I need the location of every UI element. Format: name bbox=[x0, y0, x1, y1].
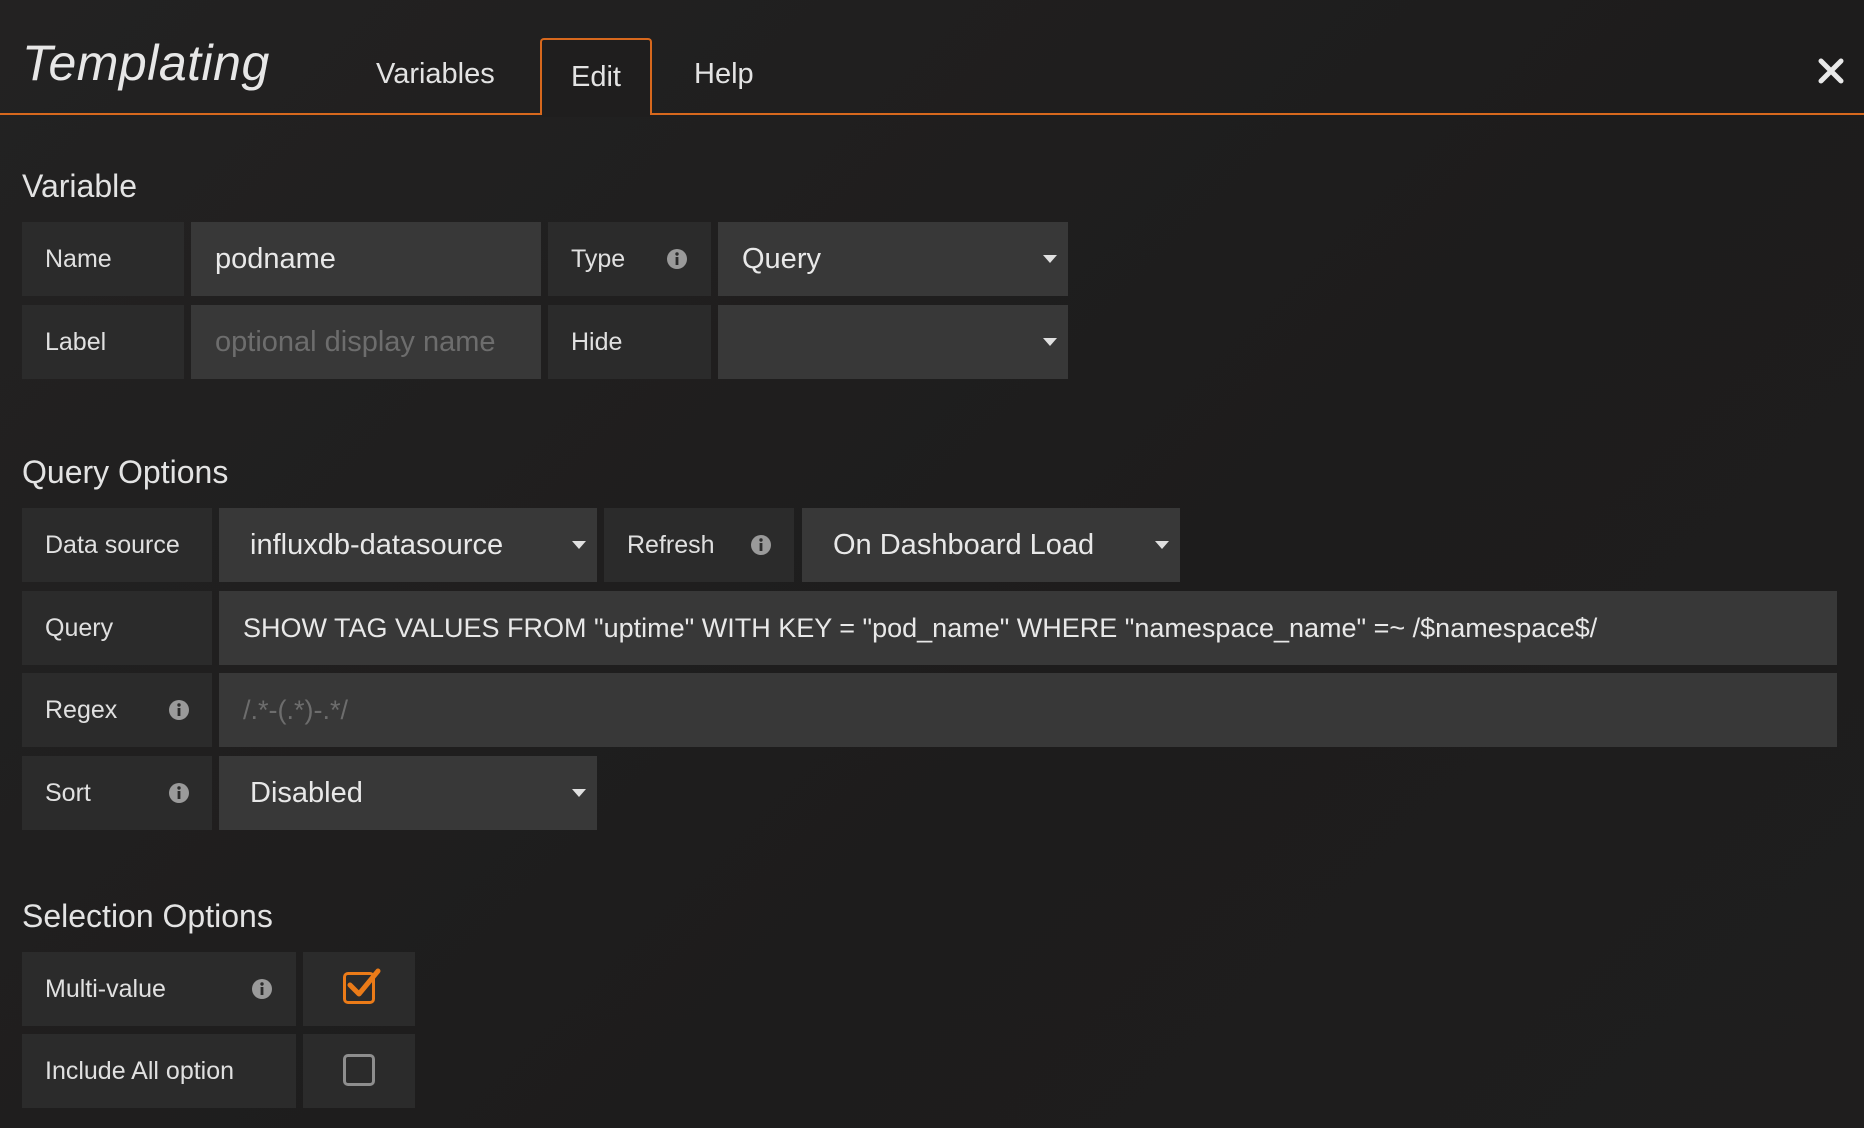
tab-help[interactable]: Help bbox=[694, 58, 754, 91]
datasource-select-value: influxdb-datasource bbox=[250, 529, 504, 561]
chevron-down-icon bbox=[1155, 541, 1169, 549]
info-icon[interactable] bbox=[666, 248, 688, 270]
sort-label-text: Sort bbox=[45, 779, 91, 807]
chevron-down-icon bbox=[1043, 255, 1057, 263]
query-label: Query bbox=[22, 591, 212, 665]
type-select-value: Query bbox=[742, 243, 821, 275]
multi-value-checkbox-cell[interactable] bbox=[303, 952, 415, 1026]
section-title-variable: Variable bbox=[22, 168, 138, 204]
include-all-checkbox-cell[interactable] bbox=[303, 1034, 415, 1108]
regex-label-text: Regex bbox=[45, 696, 118, 724]
datasource-label: Data source bbox=[22, 508, 212, 582]
info-icon[interactable] bbox=[251, 978, 273, 1000]
sort-label: Sort bbox=[22, 756, 212, 830]
multi-value-label-text: Multi-value bbox=[45, 975, 166, 1003]
tab-variables[interactable]: Variables bbox=[376, 58, 495, 91]
query-input[interactable]: SHOW TAG VALUES FROM "uptime" WITH KEY =… bbox=[219, 591, 1837, 665]
refresh-label-text: Refresh bbox=[627, 531, 715, 559]
checkmark-icon bbox=[347, 968, 381, 997]
regex-label: Regex bbox=[22, 673, 212, 747]
hide-select[interactable] bbox=[718, 305, 1068, 379]
sort-select[interactable]: Disabled bbox=[219, 756, 597, 830]
hide-label: Hide bbox=[548, 305, 711, 379]
label-input[interactable]: optional display name bbox=[191, 305, 541, 379]
refresh-select[interactable]: On Dashboard Load bbox=[802, 508, 1180, 582]
info-icon[interactable] bbox=[168, 699, 190, 721]
info-icon[interactable] bbox=[750, 534, 772, 556]
type-label: Type bbox=[548, 222, 711, 296]
name-label: Name bbox=[22, 222, 184, 296]
chevron-down-icon bbox=[1043, 338, 1057, 346]
refresh-label: Refresh bbox=[604, 508, 794, 582]
section-title-query-options: Query Options bbox=[22, 454, 229, 490]
templating-header: Templating Variables Edit Help bbox=[0, 0, 1864, 117]
multi-value-label: Multi-value bbox=[22, 952, 296, 1026]
info-icon[interactable] bbox=[168, 782, 190, 804]
regex-input[interactable]: /.*-(.*)-.*/ bbox=[219, 673, 1837, 747]
section-title-selection-options: Selection Options bbox=[22, 898, 273, 934]
tab-edit-label: Edit bbox=[571, 61, 621, 93]
include-all-label: Include All option bbox=[22, 1034, 296, 1108]
include-all-checkbox[interactable] bbox=[343, 1054, 375, 1086]
multi-value-checkbox[interactable] bbox=[343, 968, 381, 1004]
type-label-text: Type bbox=[571, 245, 626, 273]
page-title: Templating bbox=[22, 35, 270, 91]
sort-select-value: Disabled bbox=[250, 777, 363, 809]
chevron-down-icon bbox=[572, 541, 586, 549]
label-label: Label bbox=[22, 305, 184, 379]
refresh-select-value: On Dashboard Load bbox=[833, 529, 1095, 561]
tab-edit[interactable]: Edit bbox=[540, 38, 652, 117]
chevron-down-icon bbox=[572, 789, 586, 797]
type-select[interactable]: Query bbox=[718, 222, 1068, 296]
close-icon[interactable] bbox=[1816, 56, 1846, 86]
datasource-select[interactable]: influxdb-datasource bbox=[219, 508, 597, 582]
name-input[interactable]: podname bbox=[191, 222, 541, 296]
